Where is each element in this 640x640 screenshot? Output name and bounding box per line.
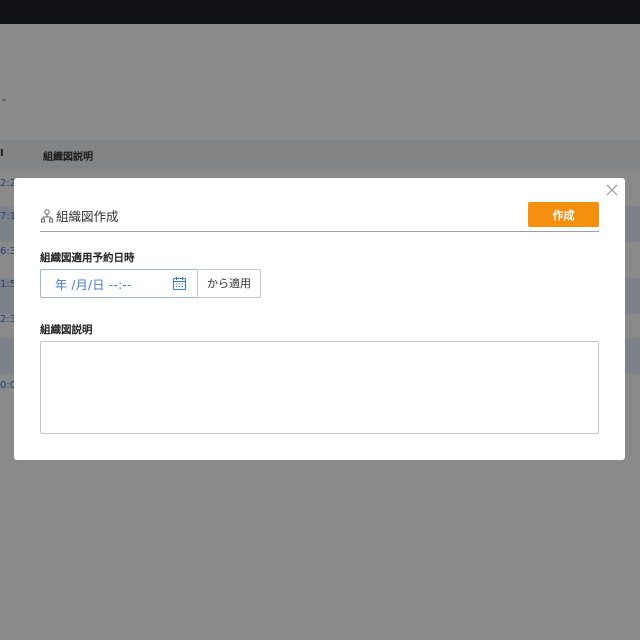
description-field-label: 組織図説明 <box>40 324 93 336</box>
dialog-header: 組織図作成 作成 <box>40 202 599 232</box>
apply-from-suffix: から適用 <box>197 269 261 298</box>
scheduled-date-input[interactable]: 年 /月/日 --:-- <box>40 269 197 298</box>
create-button[interactable]: 作成 <box>528 202 599 227</box>
description-textarea[interactable] <box>40 341 599 434</box>
org-chart-icon <box>40 208 54 223</box>
calendar-icon[interactable] <box>172 276 187 291</box>
dialog-title: 組織図作成 <box>56 209 119 224</box>
create-org-chart-dialog: 組織図作成 作成 組織図適用予約日時 年 /月/日 --:-- から適用 組織図… <box>14 178 625 460</box>
date-field-label: 組織図適用予約日時 <box>40 252 135 264</box>
close-icon[interactable] <box>605 182 619 196</box>
date-input-value: 年 /月/日 --:-- <box>55 278 132 292</box>
